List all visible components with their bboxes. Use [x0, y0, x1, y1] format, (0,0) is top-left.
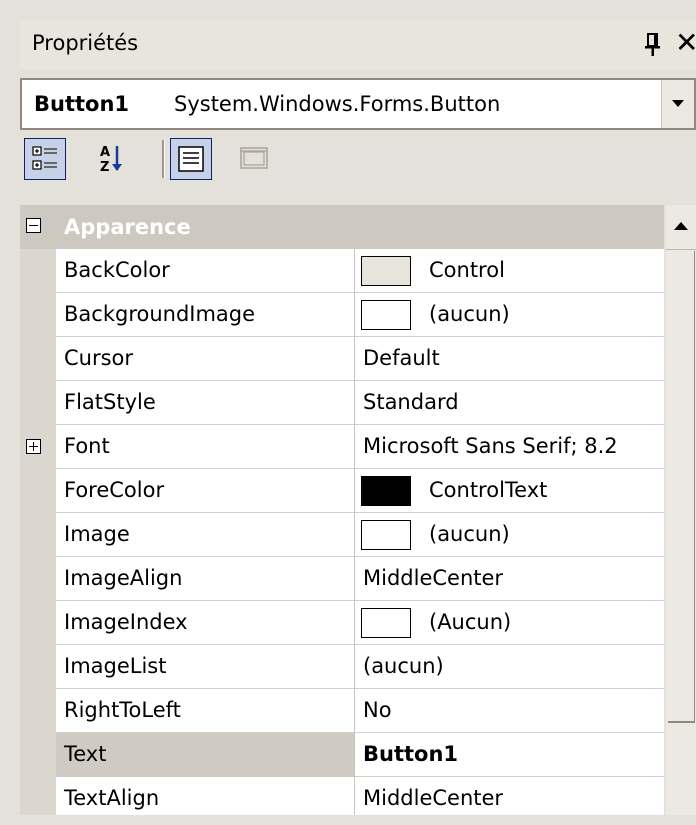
- property-pages-button[interactable]: [234, 138, 276, 180]
- property-name: FlatStyle: [64, 390, 156, 414]
- alphabetical-sort-icon: A Z: [100, 145, 122, 175]
- property-row[interactable]: ImageIndex (Aucun): [20, 601, 664, 645]
- row-margin: [20, 689, 56, 733]
- row-margin: [20, 601, 56, 645]
- category-header[interactable]: Apparence: [20, 205, 664, 249]
- property-value: (aucun): [363, 654, 444, 678]
- property-value: No: [363, 698, 392, 722]
- scroll-up-arrow-icon[interactable]: [666, 205, 696, 250]
- property-value-cell[interactable]: MiddleCenter: [354, 557, 664, 601]
- property-toolbar: A Z: [20, 134, 696, 194]
- panel-title-bar: Propriétés ✕: [20, 20, 696, 70]
- property-name: Font: [64, 434, 110, 458]
- row-margin: [20, 557, 56, 601]
- property-value: MiddleCenter: [363, 566, 504, 590]
- object-selector[interactable]: Button1 System.Windows.Forms.Button: [20, 78, 696, 130]
- row-margin: [20, 249, 56, 293]
- value-swatch: [361, 608, 411, 638]
- row-margin: [20, 425, 56, 469]
- selected-object-type: System.Windows.Forms.Button: [174, 92, 501, 116]
- property-value-cell[interactable]: Control: [354, 249, 664, 293]
- property-name: Text: [64, 742, 107, 766]
- property-value-cell[interactable]: Button1: [354, 733, 664, 777]
- property-name: Image: [64, 522, 130, 546]
- property-value: Button1: [363, 742, 459, 766]
- vertical-scrollbar[interactable]: [666, 205, 696, 815]
- property-value-cell[interactable]: Standard: [354, 381, 664, 425]
- row-margin: [20, 777, 56, 815]
- expand-icon[interactable]: [26, 439, 41, 454]
- value-swatch: [361, 476, 411, 506]
- row-margin: [20, 469, 56, 513]
- property-row[interactable]: ImageList (aucun): [20, 645, 664, 689]
- property-name: BackColor: [64, 258, 170, 282]
- row-margin: [20, 733, 56, 777]
- property-row[interactable]: RightToLeft No: [20, 689, 664, 733]
- property-pages-icon: [240, 147, 268, 169]
- property-value: (aucun): [429, 522, 510, 546]
- categorized-button[interactable]: [24, 138, 66, 180]
- property-value: MiddleCenter: [363, 786, 504, 810]
- row-margin: [20, 293, 56, 337]
- scroll-thumb[interactable]: [668, 251, 695, 723]
- property-row[interactable]: ForeColor ControlText: [20, 469, 664, 513]
- property-value-cell[interactable]: ControlText: [354, 469, 664, 513]
- row-margin: [20, 513, 56, 557]
- property-row[interactable]: Image (aucun): [20, 513, 664, 557]
- property-value-cell[interactable]: (Aucun): [354, 601, 664, 645]
- property-row[interactable]: Text Button1: [20, 733, 664, 777]
- properties-icon: [178, 146, 204, 172]
- collapse-icon[interactable]: [26, 218, 41, 233]
- value-swatch: [361, 256, 411, 286]
- property-row[interactable]: BackgroundImage (aucun): [20, 293, 664, 337]
- category-label: Apparence: [64, 215, 191, 239]
- property-grid: Apparence BackColor Control BackgroundImag…: [20, 205, 664, 815]
- property-value-cell[interactable]: (aucun): [354, 645, 664, 689]
- toolbar-separator: [162, 140, 165, 178]
- property-value-cell[interactable]: Microsoft Sans Serif; 8.2: [354, 425, 664, 469]
- svg-text:Z: Z: [100, 160, 109, 175]
- row-margin: [20, 645, 56, 689]
- property-value-cell[interactable]: MiddleCenter: [354, 777, 664, 815]
- property-row[interactable]: Cursor Default: [20, 337, 664, 381]
- property-row[interactable]: ImageAlign MiddleCenter: [20, 557, 664, 601]
- property-value-cell[interactable]: Default: [354, 337, 664, 381]
- property-name: ForeColor: [64, 478, 165, 502]
- property-value: Default: [363, 346, 440, 370]
- property-name: ImageList: [64, 654, 167, 678]
- svg-text:A: A: [100, 145, 110, 160]
- pin-icon[interactable]: [640, 30, 666, 60]
- property-row[interactable]: FlatStyle Standard: [20, 381, 664, 425]
- categorized-icon: [32, 146, 57, 170]
- value-swatch: [361, 300, 411, 330]
- alphabetical-button[interactable]: A Z: [92, 138, 134, 180]
- property-name: ImageAlign: [64, 566, 183, 590]
- property-value: ControlText: [429, 478, 548, 502]
- property-name: ImageIndex: [64, 610, 188, 634]
- property-name: RightToLeft: [64, 698, 181, 722]
- properties-button[interactable]: [170, 138, 212, 180]
- property-row[interactable]: BackColor Control: [20, 249, 664, 293]
- property-value-cell[interactable]: (aucun): [354, 513, 664, 557]
- property-value: Standard: [363, 390, 459, 414]
- property-name: TextAlign: [64, 786, 160, 810]
- value-swatch: [361, 520, 411, 550]
- property-value-cell[interactable]: No: [354, 689, 664, 733]
- property-value: (Aucun): [429, 610, 512, 634]
- property-value-cell[interactable]: (aucun): [354, 293, 664, 337]
- panel-title: Propriétés: [32, 31, 139, 55]
- property-row[interactable]: TextAlign MiddleCenter: [20, 777, 664, 815]
- close-icon[interactable]: ✕: [675, 26, 696, 60]
- row-margin: [20, 337, 56, 381]
- property-value: (aucun): [429, 302, 510, 326]
- dropdown-arrow-icon[interactable]: [661, 80, 694, 128]
- row-margin: [20, 381, 56, 425]
- property-value: Microsoft Sans Serif; 8.2: [363, 434, 618, 458]
- selected-object-name: Button1: [34, 92, 130, 116]
- property-value: Control: [429, 258, 505, 282]
- property-name: Cursor: [64, 346, 134, 370]
- property-name: BackgroundImage: [64, 302, 256, 326]
- property-row[interactable]: Font Microsoft Sans Serif; 8.2: [20, 425, 664, 469]
